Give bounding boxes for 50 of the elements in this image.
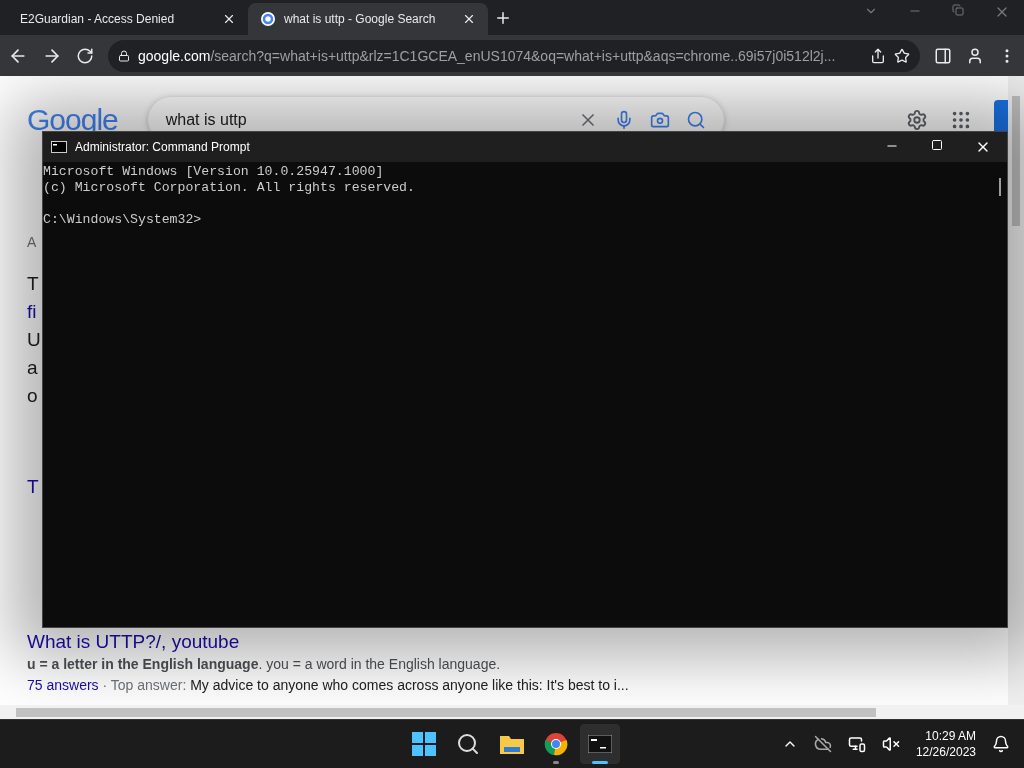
share-icon[interactable] [870, 47, 886, 64]
result-text: A [27, 233, 37, 252]
settings-icon[interactable] [906, 109, 928, 131]
result-text: o [27, 384, 38, 408]
result-snippet: u = a letter in the English language. you = a word in the English language. [27, 656, 501, 673]
maximize-icon[interactable] [931, 139, 943, 151]
close-icon[interactable] [222, 12, 236, 26]
browser-tab[interactable]: what is uttp - Google Search [248, 3, 488, 35]
cloud-off-icon[interactable] [813, 735, 832, 753]
address-bar[interactable]: google.com/search?q=what+is+uttp&rlz=1C1GCEA_enUS1074&oq=what+is+uttp&aqs=chrome..69i57j0i512l2j... [108, 39, 920, 72]
console-prompt: C:\Windows\System32> [43, 212, 202, 228]
scrollbar-thumb[interactable] [999, 178, 1001, 196]
console-line: Microsoft Windows [Version 10.0.25947.1000] [43, 164, 384, 180]
browser-tab[interactable]: E2Guardian - Access Denied [8, 3, 248, 35]
window-title: Administrator: Command Prompt [75, 140, 250, 154]
answer-meta: · Top answer: [101, 677, 188, 694]
camera-icon[interactable] [649, 110, 670, 130]
clock[interactable]: 10:29 AM 12/26/2023 [915, 728, 976, 760]
lock-icon [118, 49, 130, 62]
chrome-icon [544, 732, 568, 756]
search-field[interactable]: what is uttp [147, 97, 724, 143]
profile-icon[interactable] [966, 46, 984, 65]
google-logo: Google [27, 103, 118, 137]
taskbar-app[interactable] [580, 724, 620, 764]
result-text: U [27, 328, 41, 352]
horizontal-scrollbar[interactable] [0, 705, 1024, 719]
windows-logo-icon [412, 732, 436, 756]
answer-text: My advice to anyone who comes across anyone like this: It's best to i... [190, 677, 629, 694]
apps-icon[interactable] [950, 109, 972, 131]
notification-icon[interactable] [992, 735, 1010, 753]
result-text: T [27, 272, 39, 296]
result-text: T [27, 475, 39, 499]
console-line: (c) Microsoft Corporation. All rights reserved. [43, 180, 415, 196]
muted-speaker-icon[interactable] [881, 735, 900, 753]
terminal-icon [588, 735, 612, 753]
side-panel-icon[interactable] [934, 46, 952, 65]
vertical-scrollbar[interactable] [1008, 76, 1024, 705]
console-icon [51, 141, 67, 153]
result-text: fi [27, 300, 37, 324]
folder-icon [499, 733, 525, 755]
result-text: a [27, 356, 38, 380]
search-icon[interactable] [685, 110, 706, 130]
network-icon[interactable] [847, 735, 866, 753]
close-icon[interactable] [462, 12, 476, 26]
reload-icon[interactable] [76, 46, 94, 65]
answers-link[interactable]: 75 answers [27, 677, 99, 694]
search-icon [456, 732, 480, 756]
bookmark-icon[interactable] [894, 47, 910, 64]
restore-icon[interactable] [952, 3, 964, 16]
result-title[interactable]: What is UTTP?/, youtube [27, 630, 240, 654]
